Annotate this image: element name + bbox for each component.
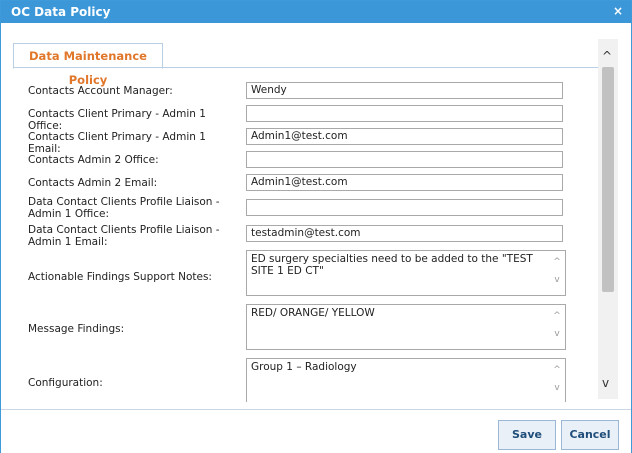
save-button[interactable]: Save	[498, 420, 556, 450]
chevron-up-icon[interactable]: ^	[551, 307, 563, 325]
field-label: Data Contact Clients Profile Liaison - A…	[28, 224, 220, 248]
scrollbar-thumb[interactable]	[602, 67, 614, 292]
textarea-scrollbar[interactable]: ^ v	[551, 253, 563, 293]
support-notes-textarea[interactable]: ED surgery specialties need to be added …	[246, 250, 566, 296]
account-manager-input[interactable]: Wendy	[246, 82, 563, 99]
chevron-down-icon[interactable]: v	[602, 376, 609, 390]
field-label: Contacts Client Primary - Admin 1 Office…	[28, 108, 206, 132]
field-label: Actionable Findings Support Notes:	[28, 271, 212, 283]
admin2-email-input[interactable]: Admin1@test.com	[246, 174, 563, 191]
textarea-scrollbar[interactable]: ^ v	[551, 361, 563, 401]
tab-data-maintenance-policy[interactable]: Data Maintenance Policy	[13, 43, 163, 87]
configuration-textarea[interactable]: Group 1 – Radiology ^ v	[246, 358, 566, 402]
liaison-office-input[interactable]	[246, 199, 563, 216]
data-policy-dialog: OC Data Policy × Data Maintenance Policy…	[0, 0, 632, 453]
field-label: Contacts Admin 2 Email:	[28, 177, 158, 189]
chevron-down-icon[interactable]: v	[551, 379, 563, 397]
chevron-down-icon[interactable]: v	[551, 325, 563, 343]
dialog-footer: Save Cancel	[1, 409, 631, 453]
textarea-value: Group 1 – Radiology	[251, 361, 357, 373]
liaison-email-input[interactable]: testadmin@test.com	[246, 225, 563, 242]
field-label: Contacts Account Manager:	[28, 85, 173, 97]
admin1-email-input[interactable]: Admin1@test.com	[246, 128, 563, 145]
chevron-up-icon[interactable]: ^	[551, 253, 563, 271]
textarea-value: ED surgery specialties need to be added …	[251, 253, 533, 277]
field-label: Data Contact Clients Profile Liaison - A…	[28, 196, 220, 220]
textarea-value: RED/ ORANGE/ YELLOW	[251, 307, 375, 319]
panel-scrollbar[interactable]: ^ v	[598, 39, 618, 399]
field-label: Message Findings:	[28, 323, 125, 335]
chevron-down-icon[interactable]: v	[551, 271, 563, 289]
close-icon[interactable]: ×	[613, 4, 623, 18]
form-panel: Contacts Account Manager: Wendy Contacts…	[13, 67, 599, 402]
chevron-up-icon[interactable]: ^	[602, 49, 612, 63]
dialog-title: OC Data Policy	[11, 5, 111, 19]
message-findings-textarea[interactable]: RED/ ORANGE/ YELLOW ^ v	[246, 304, 566, 350]
textarea-scrollbar[interactable]: ^ v	[551, 307, 563, 347]
admin1-office-input[interactable]	[246, 105, 563, 122]
field-label: Contacts Client Primary - Admin 1 Email:	[28, 131, 206, 155]
chevron-up-icon[interactable]: ^	[551, 361, 563, 379]
dialog-titlebar: OC Data Policy ×	[1, 1, 631, 23]
field-label: Configuration:	[28, 377, 103, 389]
field-label: Contacts Admin 2 Office:	[28, 154, 159, 166]
cancel-button[interactable]: Cancel	[561, 420, 619, 450]
admin2-office-input[interactable]	[246, 151, 563, 168]
